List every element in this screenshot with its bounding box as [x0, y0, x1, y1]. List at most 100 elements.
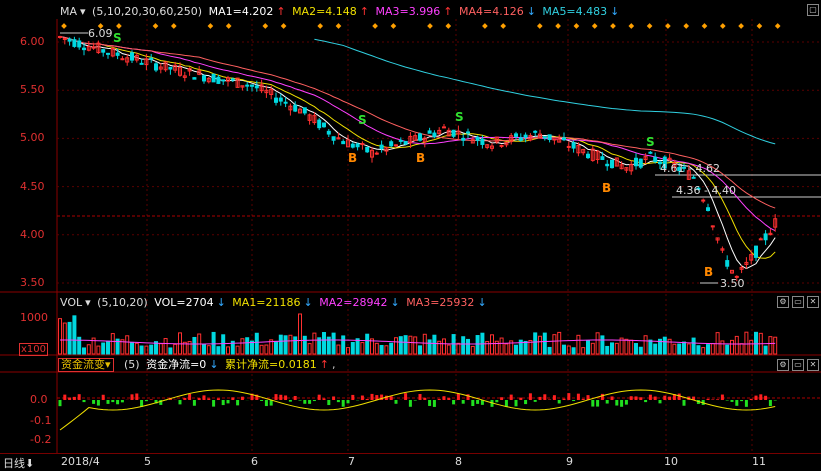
fund-bar [212, 400, 215, 407]
buy-signal-mark: B [416, 151, 425, 165]
marker-diamond [592, 23, 598, 29]
volume-bar [548, 347, 551, 354]
fund-bar [539, 397, 542, 400]
volume-bar [193, 337, 196, 354]
fund-bar [649, 395, 652, 400]
close-icon[interactable]: ✕ [807, 296, 819, 308]
fund-bar [740, 400, 743, 401]
marker-diamond [757, 23, 763, 29]
volume-bar [188, 342, 191, 354]
fund-bar [611, 396, 614, 400]
fund-bar [755, 396, 758, 400]
candle-body [702, 200, 705, 201]
fund-bar [447, 398, 450, 400]
candle-body [323, 123, 326, 127]
volume-bar [687, 344, 690, 354]
candle-body [476, 137, 479, 140]
price-tick-label: 4.00 [20, 228, 45, 241]
fund-bar [419, 394, 422, 400]
volume-bar [203, 345, 206, 354]
marker-diamond [628, 23, 634, 29]
volume-bar [73, 316, 76, 354]
volume-bar [606, 346, 609, 354]
fund-indicator-selector[interactable]: 资金流变▾ [58, 358, 114, 372]
minimize-icon[interactable]: ▭ [792, 359, 804, 371]
kline-chart-svg[interactable]: SSSSBBBB [0, 0, 821, 469]
fund-bars [59, 390, 777, 430]
volume-bar [260, 345, 263, 354]
settings-icon[interactable]: ⚙ [777, 359, 789, 371]
volume-bar [673, 344, 676, 354]
candle-body [572, 143, 575, 148]
fund-bar [452, 400, 455, 404]
close-icon[interactable]: ✕ [807, 359, 819, 371]
volume-bar [683, 342, 686, 354]
candle-body [443, 127, 446, 128]
fund-bar [639, 397, 642, 400]
candle-body [764, 234, 767, 240]
fund-bar [471, 400, 474, 406]
candle-body [543, 137, 546, 138]
candle-body [356, 144, 359, 147]
vol-unit: x100 [19, 343, 48, 356]
fund-bar [563, 399, 566, 400]
volume-bar [707, 345, 710, 354]
volume-bar [591, 343, 594, 354]
volume-bar [299, 314, 302, 354]
low-price-label: 3.50 [720, 277, 745, 290]
marker-diamond [647, 23, 653, 29]
volume-bar [443, 339, 446, 354]
fund-bar [745, 400, 748, 407]
fund-bar [260, 400, 263, 401]
fund-bar [318, 395, 321, 400]
marker-diamond [208, 23, 214, 29]
volume-bar [543, 333, 546, 354]
settings-icon[interactable]: ⚙ [777, 296, 789, 308]
vol-ma1: MA1=21186 [232, 296, 300, 309]
fund-bar [433, 400, 436, 407]
fund-bar [615, 400, 618, 406]
volume-bar [217, 347, 220, 354]
volume-bar [222, 335, 225, 354]
volume-bar [678, 344, 681, 354]
candle-body [390, 142, 393, 146]
volume-bar [471, 346, 474, 354]
fund-bar [231, 397, 234, 400]
fund-bar [308, 400, 311, 404]
volume-bar [126, 336, 129, 354]
candle-body [63, 39, 66, 40]
fund-bar [572, 400, 575, 401]
fund-bar [707, 399, 710, 400]
fund-bar [620, 400, 623, 407]
high-price-label: 6.09 [88, 27, 113, 40]
candle-body [481, 139, 484, 144]
fund-window-buttons: ⚙ ▭ ✕ [777, 359, 819, 371]
volume-bar [476, 336, 479, 354]
fund-bar [390, 396, 393, 400]
candle-body [452, 130, 455, 136]
fund-bar [659, 400, 662, 403]
candle-body [361, 144, 364, 145]
volume-bar [428, 340, 431, 354]
fund-bar [323, 398, 326, 400]
x-label-5: 9 [566, 455, 573, 468]
marker-diamond [702, 23, 708, 29]
sell-signal-mark: S [455, 110, 464, 124]
candle-body [193, 78, 196, 80]
sell-signal-mark: S [358, 113, 367, 127]
minimize-icon[interactable]: ▭ [792, 296, 804, 308]
volume-bar [275, 341, 278, 354]
candle-body [419, 134, 422, 140]
volume-bar [711, 344, 714, 354]
marker-diamond [226, 23, 232, 29]
vol-indicator-header: VOL▾ (5,10,20) VOL=2704↓ MA1=21186↓ MA2=… [60, 296, 490, 310]
fund-bar [428, 400, 431, 406]
volume-bar [491, 335, 494, 354]
arrow-down-icon: ⬇ [25, 457, 34, 470]
volume-bar [721, 341, 724, 354]
volume-bar [289, 335, 292, 354]
candle-body [73, 40, 76, 47]
marker-diamond [281, 23, 287, 29]
fund-bar [241, 397, 244, 400]
vol-selector[interactable]: VOL▾ [60, 296, 91, 309]
